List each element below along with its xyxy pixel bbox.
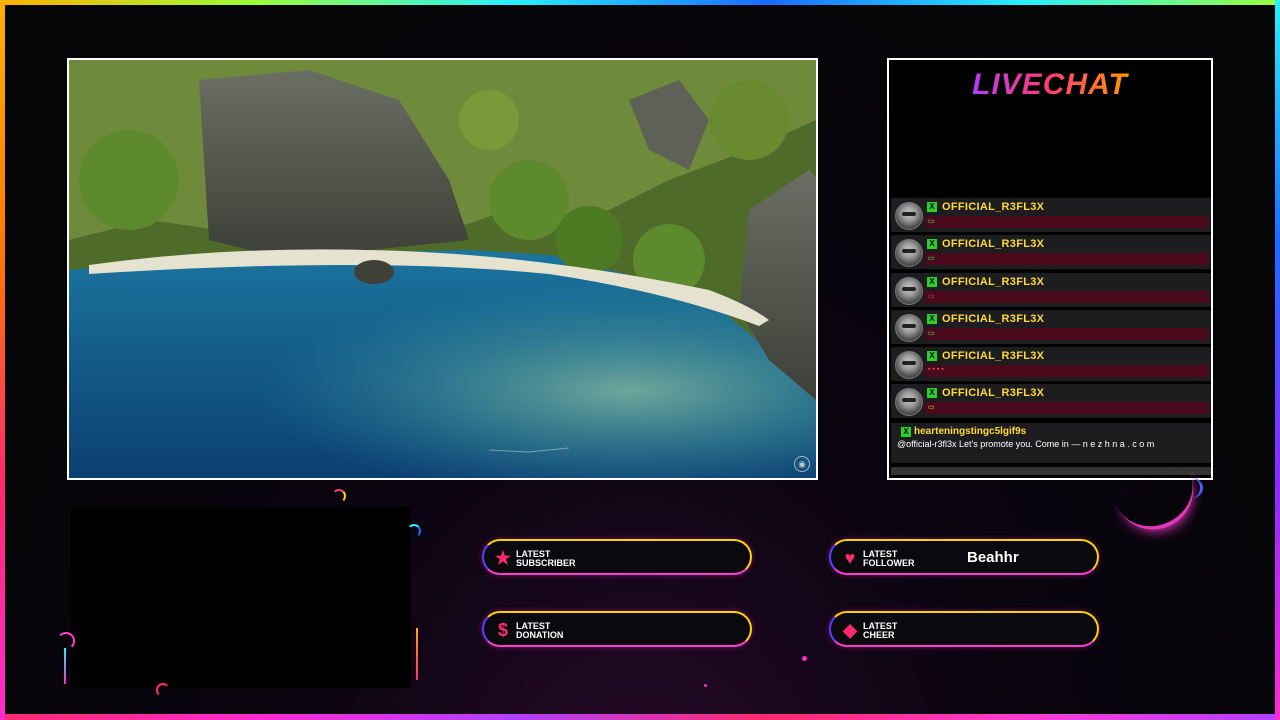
chat-message: X OFFICIAL_R3FL3X ▭ [891, 309, 1211, 344]
moderator-badge-icon: X [901, 427, 911, 437]
chat-username[interactable]: hearteningstingc5lgif9s [914, 426, 1026, 437]
avatar[interactable] [895, 388, 923, 417]
avatar[interactable] [895, 239, 923, 268]
livechat-panel: LIVECHAT X OFFICIAL_R3FL3X ▭ X OFFICIAL_… [887, 58, 1213, 480]
widget-label: LATEST CHEER [863, 621, 898, 640]
neon-line-decoration [416, 628, 418, 680]
chat-username[interactable]: OFFICIAL_R3FL3X [942, 313, 1044, 325]
moderator-badge-icon: X [927, 276, 937, 287]
chat-message: X OFFICIAL_R3FL3X ▭ [891, 198, 1211, 232]
avatar[interactable] [895, 202, 923, 230]
livechat-title: LIVECHAT [889, 68, 1211, 102]
chat-message: X OFFICIAL_R3FL3X ▭ [891, 235, 1211, 270]
lagoon-scene-image [69, 60, 816, 478]
chat-username[interactable]: OFFICIAL_R3FL3X [942, 201, 1044, 213]
avatar[interactable] [895, 313, 923, 342]
chat-emote: ▭ [928, 404, 935, 412]
chat-emote: ▭ [928, 218, 935, 225]
neon-dot-decoration [704, 684, 707, 687]
moderator-badge-icon: X [927, 388, 937, 399]
chat-username[interactable]: OFFICIAL_R3FL3X [942, 276, 1044, 288]
chat-username[interactable]: OFFICIAL_R3FL3X [942, 387, 1044, 399]
widget-label: LATEST SUBSCRIBER [516, 549, 576, 568]
neon-ring-decoration [156, 683, 170, 697]
neon-arc-decoration [1180, 478, 1203, 498]
moderator-badge-icon: X [927, 239, 937, 250]
chat-message: X OFFICIAL_R3FL3X ▭ [891, 384, 1211, 419]
heart-icon: ♥ [844, 548, 856, 568]
main-video-feed: ◉ [67, 58, 818, 480]
chat-emote: ▭ [928, 255, 935, 263]
latest-subscriber-widget: ★ LATEST SUBSCRIBER [482, 539, 752, 575]
chat-emote: ▪ ▪ ▪ ▪ [928, 366, 944, 374]
chat-username[interactable]: OFFICIAL_R3FL3X [942, 238, 1044, 250]
avatar[interactable] [895, 276, 923, 305]
chat-message: X hearteningstingc5lgif9s @official-r3fl… [891, 423, 1211, 463]
dollar-icon: $ [497, 620, 508, 640]
star-icon: ★ [494, 548, 512, 568]
moderator-badge-icon: X [927, 202, 937, 212]
chat-username[interactable]: OFFICIAL_R3FL3X [942, 350, 1044, 362]
neon-dot-decoration [802, 656, 807, 661]
message-bubble [925, 327, 1209, 340]
chat-message-list: X OFFICIAL_R3FL3X ▭ X OFFICIAL_R3FL3X ▭ … [891, 198, 1211, 422]
webcam-box [71, 507, 411, 688]
widget-label: LATEST DONATION [516, 621, 564, 640]
chat-message: X OFFICIAL_R3FL3X ▭ [891, 272, 1211, 307]
chat-message-text: @official-r3fl3x Let's promote you. Come… [897, 439, 1155, 449]
neon-line-decoration [64, 648, 66, 684]
neon-ring-decoration [407, 524, 421, 538]
message-bubble [925, 290, 1209, 303]
latest-follower-value: Beahhr [967, 549, 1019, 566]
diamond-icon: ◆ [843, 620, 857, 640]
camera-settings-icon[interactable]: ◉ [794, 456, 810, 472]
latest-donation-widget: $ LATEST DONATION [482, 611, 752, 647]
chat-emote: ▭ [928, 292, 935, 300]
message-bubble [925, 216, 1209, 228]
latest-cheer-widget: ◆ LATEST CHEER [829, 611, 1099, 647]
avatar[interactable] [895, 351, 923, 380]
moderator-badge-icon: X [927, 351, 937, 362]
widget-label: LATEST FOLLOWER [863, 549, 915, 568]
chat-scroll-edge [891, 467, 1211, 475]
neon-ring-decoration [332, 489, 346, 503]
latest-follower-widget: ♥ LATEST FOLLOWER Beahhr [829, 539, 1099, 575]
message-bubble [925, 402, 1209, 415]
message-bubble [925, 365, 1209, 378]
chat-emote: ▭ [928, 329, 935, 337]
moderator-badge-icon: X [927, 313, 937, 324]
chat-message: X OFFICIAL_R3FL3X ▪ ▪ ▪ ▪ [891, 347, 1211, 382]
message-bubble [925, 253, 1209, 266]
neon-ring-decoration [57, 632, 75, 650]
